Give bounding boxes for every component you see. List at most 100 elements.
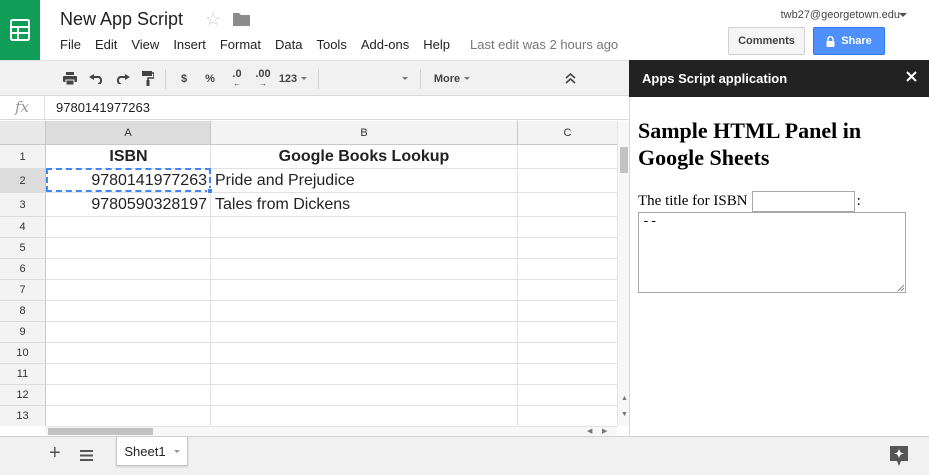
app-header: New App Script ☆ File Edit View Insert F…	[0, 0, 929, 60]
currency-format-button[interactable]: $	[176, 61, 192, 96]
isbn-input[interactable]	[751, 191, 855, 212]
more-label: More	[433, 72, 461, 85]
sidebar-header: Apps Script application	[629, 60, 929, 97]
menu-tools[interactable]: Tools	[316, 37, 346, 52]
row-gridline	[46, 363, 617, 364]
chevron-down-icon	[301, 77, 308, 80]
paint-format-button[interactable]	[138, 61, 158, 96]
column-header-b[interactable]: B	[211, 121, 518, 145]
formula-divider	[44, 96, 45, 119]
collapse-toolbar-button[interactable]	[560, 61, 580, 96]
document-title[interactable]: New App Script	[60, 9, 183, 30]
sheet-tab[interactable]: Sheet1	[116, 437, 188, 466]
undo-button[interactable]	[86, 61, 106, 96]
formula-input[interactable]: 9780141977263	[56, 100, 150, 115]
last-edit-status[interactable]: Last edit was 2 hours ago	[470, 37, 618, 52]
scroll-right-icon[interactable]: ▶	[602, 427, 607, 435]
menu-data[interactable]: Data	[275, 37, 302, 52]
row-header-8[interactable]: 8	[0, 301, 46, 322]
isbn-prompt-row: The title for ISBN :	[638, 191, 861, 212]
row-gridline	[46, 237, 617, 238]
menu-help[interactable]: Help	[423, 37, 450, 52]
toolbar-divider	[318, 69, 319, 89]
close-icon[interactable]	[906, 71, 917, 82]
select-all-corner[interactable]	[0, 121, 46, 145]
scroll-left-icon[interactable]: ◀	[587, 427, 592, 435]
column-header-c[interactable]: C	[518, 121, 617, 145]
resize-grip-icon[interactable]	[897, 284, 904, 291]
font-dropdown[interactable]	[392, 61, 414, 96]
menu-format[interactable]: Format	[220, 37, 261, 52]
vertical-scrollbar[interactable]: ▲ ▼	[617, 121, 629, 426]
horizontal-scroll-thumb[interactable]	[48, 428, 153, 435]
explore-icon[interactable]	[890, 446, 908, 466]
sidebar-body: Sample HTML Panel in Google Sheets The t…	[629, 97, 929, 436]
redo-icon	[116, 73, 130, 84]
row-header-10[interactable]: 10	[0, 343, 46, 364]
decrease-decimals-button[interactable]: .0 ←	[226, 61, 248, 96]
increase-decimals-button[interactable]: .00 →	[251, 61, 275, 96]
star-icon[interactable]: ☆	[205, 9, 221, 30]
selected-cell-outline	[46, 168, 211, 192]
lock-icon	[826, 35, 835, 47]
folder-icon[interactable]	[233, 12, 250, 26]
add-sheet-icon[interactable]: +	[49, 442, 61, 465]
print-icon	[63, 72, 77, 85]
percent-format-button[interactable]: %	[201, 61, 219, 96]
cell-a1[interactable]: ISBN	[47, 145, 210, 168]
all-sheets-icon[interactable]	[80, 450, 93, 461]
row-header-13[interactable]: 13	[0, 406, 46, 426]
paint-roller-icon	[142, 71, 154, 86]
menu-file[interactable]: File	[60, 37, 81, 52]
row-header-11[interactable]: 11	[0, 364, 46, 385]
row-header-5[interactable]: 5	[0, 238, 46, 259]
row-gridline	[46, 321, 617, 322]
row-gridline	[46, 216, 617, 217]
row-header-3[interactable]: 3	[0, 193, 46, 217]
chevron-down-icon[interactable]	[173, 449, 180, 453]
row-header-12[interactable]: 12	[0, 385, 46, 406]
share-button[interactable]: Share	[813, 27, 885, 55]
cell-b2[interactable]: Pride and Prejudice	[211, 169, 517, 192]
comments-button[interactable]: Comments	[728, 27, 805, 55]
redo-button[interactable]	[112, 61, 132, 96]
vertical-scroll-thumb[interactable]	[620, 147, 628, 173]
isbn-prompt-label: The title for ISBN	[638, 193, 748, 209]
account-email[interactable]: twb27@georgetown.edu	[781, 9, 900, 21]
row-header-9[interactable]: 9	[0, 322, 46, 343]
chevron-down-icon	[402, 77, 408, 80]
sheets-logo[interactable]	[0, 0, 40, 60]
row-gridline	[46, 258, 617, 259]
print-button[interactable]	[60, 61, 80, 96]
toolbar-divider	[420, 69, 421, 89]
result-textarea[interactable]: --	[638, 212, 906, 293]
account-caret-icon[interactable]	[899, 13, 907, 17]
horizontal-scrollbar[interactable]: ◀ ▶	[46, 426, 617, 436]
arrow-right-icon: →	[259, 78, 267, 88]
cell-b1[interactable]: Google Books Lookup	[211, 145, 517, 168]
column-header-a[interactable]: A	[46, 121, 211, 145]
panel-heading: Sample HTML Panel in Google Sheets	[638, 118, 862, 170]
arrow-left-icon: ←	[233, 78, 241, 88]
menu-addons[interactable]: Add-ons	[361, 37, 409, 52]
number-format-dropdown[interactable]: 123	[276, 61, 310, 96]
sidebar-title: Apps Script application	[642, 71, 788, 86]
row-header-7[interactable]: 7	[0, 280, 46, 301]
spreadsheet-grid[interactable]: A B C 1 2 3 4 5 6 7 8 9 10 11 12 13 ISBN Google Book…	[0, 121, 617, 426]
cell-b3[interactable]: Tales from Dickens	[211, 193, 517, 216]
decrease-decimals-label: .0	[232, 67, 242, 80]
more-dropdown[interactable]: More	[428, 61, 476, 96]
row-gridline	[46, 405, 617, 406]
row-header-1[interactable]: 1	[0, 145, 46, 169]
scroll-up-icon[interactable]: ▲	[621, 395, 628, 402]
menu-edit[interactable]: Edit	[95, 37, 117, 52]
menu-insert[interactable]: Insert	[173, 37, 206, 52]
row-header-2[interactable]: 2	[0, 169, 46, 193]
fill-handle[interactable]	[207, 188, 213, 194]
row-header-4[interactable]: 4	[0, 217, 46, 238]
menu-view[interactable]: View	[131, 37, 159, 52]
row-gridline	[46, 342, 617, 343]
scroll-down-icon[interactable]: ▼	[621, 411, 628, 418]
cell-a3[interactable]: 9780590328197	[47, 193, 210, 216]
row-header-6[interactable]: 6	[0, 259, 46, 280]
